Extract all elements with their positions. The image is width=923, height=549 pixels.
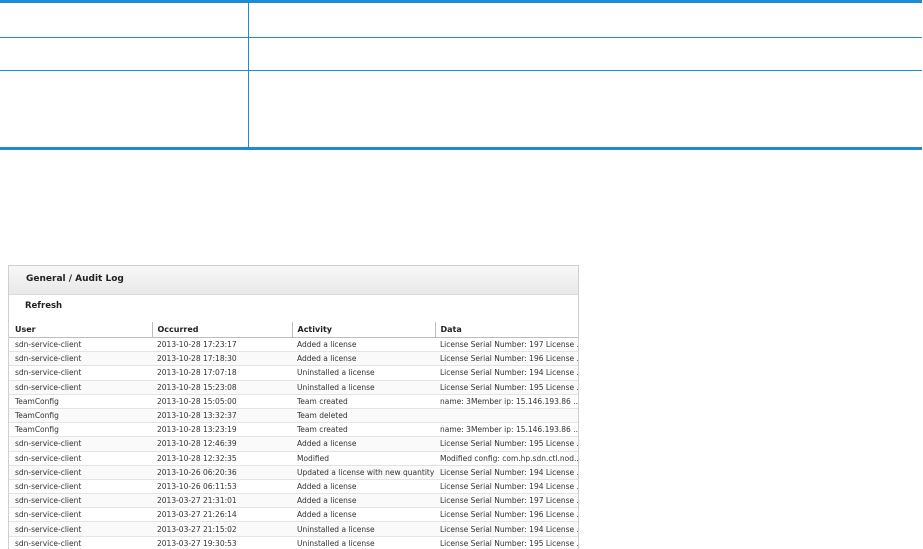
cell-occurred: 2013-03-27 19:30:53	[152, 536, 292, 549]
cell-occurred: 2013-03-27 21:15:02	[152, 521, 292, 537]
table-row[interactable]: sdn-service-client 2013-10-28 12:32:35 M…	[9, 451, 578, 466]
cell-occurred: 2013-10-26 06:11:53	[152, 479, 292, 495]
cell-occurred: 2013-10-28 12:46:39	[152, 436, 292, 452]
cell-occurred: 2013-10-28 12:32:35	[152, 451, 292, 466]
column-header-occurred[interactable]: Occurred	[151, 322, 292, 338]
audit-log-header: General / Audit Log	[9, 266, 578, 295]
cell-activity: Uninstalled a license	[292, 521, 435, 537]
cell-data: License Serial Number: 196 License ...	[435, 507, 578, 523]
table-row[interactable]: sdn-service-client 2013-10-28 17:18:30 A…	[9, 351, 578, 367]
refresh-button[interactable]: Refresh	[25, 301, 62, 311]
cell-data: name: 3Member ip: 15.146.193.86 ...	[435, 422, 578, 438]
document-table-cell	[0, 70, 249, 149]
audit-log-table: User Occurred Activity Data sdn-service-…	[9, 322, 578, 549]
cell-occurred: 2013-10-28 17:23:17	[152, 337, 292, 353]
cell-data: License Serial Number: 195 License ...	[435, 536, 578, 549]
cell-user: sdn-service-client	[9, 521, 152, 537]
cell-user: sdn-service-client	[9, 365, 152, 381]
document-table-row	[0, 70, 923, 149]
cell-data: License Serial Number: 196 License ...	[435, 351, 578, 367]
cell-activity: Added a license	[292, 507, 435, 523]
document-table-cell	[0, 1, 249, 38]
cell-occurred: 2013-10-28 13:32:37	[152, 408, 292, 424]
cell-data: License Serial Number: 195 License ...	[435, 436, 578, 452]
cell-occurred: 2013-10-28 17:07:18	[152, 365, 292, 381]
cell-user: sdn-service-client	[9, 507, 152, 523]
cell-occurred: 2013-03-27 21:26:14	[152, 507, 292, 523]
table-row[interactable]: sdn-service-client 2013-10-26 06:11:53 A…	[9, 479, 578, 495]
audit-log-panel: General / Audit Log Refresh User Occurre…	[8, 265, 579, 549]
cell-occurred: 2013-10-26 06:20:36	[152, 465, 292, 480]
cell-activity: Modified	[292, 451, 435, 466]
table-row[interactable]: TeamConfig 2013-10-28 13:32:37 Team dele…	[9, 408, 578, 424]
table-row[interactable]: sdn-service-client 2013-03-27 21:15:02 U…	[9, 521, 578, 537]
cell-user: TeamConfig	[9, 422, 152, 438]
cell-occurred: 2013-03-27 21:31:01	[152, 493, 292, 509]
cell-data	[435, 408, 578, 424]
table-row[interactable]: sdn-service-client 2013-03-27 19:30:53 U…	[9, 536, 578, 549]
cell-user: sdn-service-client	[9, 479, 152, 495]
cell-data: Modified config: com.hp.sdn.ctl.nod...	[435, 451, 578, 466]
cell-activity: Updated a license with new quantity	[292, 465, 435, 480]
document-table-cell	[248, 1, 922, 38]
column-header-user[interactable]: User	[9, 322, 152, 338]
cell-occurred: 2013-10-28 15:23:08	[152, 380, 292, 395]
cell-data: License Serial Number: 194 License ...	[435, 365, 578, 381]
cell-data: License Serial Number: 197 License ...	[435, 493, 578, 509]
cell-data: License Serial Number: 194 License ...	[435, 465, 578, 480]
cell-user: TeamConfig	[9, 394, 152, 409]
table-row[interactable]: sdn-service-client 2013-10-28 17:23:17 A…	[9, 337, 578, 353]
cell-activity: Uninstalled a license	[292, 365, 435, 381]
cell-activity: Team deleted	[292, 408, 435, 424]
table-row[interactable]: sdn-service-client 2013-03-27 21:31:01 A…	[9, 493, 578, 509]
cell-user: sdn-service-client	[9, 351, 152, 367]
cell-activity: Added a license	[292, 479, 435, 495]
cell-occurred: 2013-10-28 17:18:30	[152, 351, 292, 367]
cell-data: License Serial Number: 194 License ...	[435, 479, 578, 495]
cell-user: sdn-service-client	[9, 451, 152, 466]
table-row[interactable]: sdn-service-client 2013-03-27 21:26:14 A…	[9, 507, 578, 523]
table-row[interactable]: sdn-service-client 2013-10-28 17:07:18 U…	[9, 365, 578, 381]
cell-activity: Added a license	[292, 337, 435, 353]
cell-activity: Uninstalled a license	[292, 380, 435, 395]
document-table-cell	[0, 37, 249, 71]
cell-activity: Uninstalled a license	[292, 536, 435, 549]
cell-activity: Added a license	[292, 436, 435, 452]
document-table-row	[0, 37, 922, 71]
document-table	[0, 0, 922, 150]
document-table-row	[0, 1, 922, 38]
cell-user: sdn-service-client	[9, 465, 152, 480]
table-row[interactable]: TeamConfig 2013-10-28 13:23:19 Team crea…	[9, 422, 578, 438]
cell-user: sdn-service-client	[9, 436, 152, 452]
cell-user: sdn-service-client	[9, 536, 152, 549]
document-table-cell	[248, 37, 922, 71]
cell-occurred: 2013-10-28 13:23:19	[152, 422, 292, 438]
table-row[interactable]: sdn-service-client 2013-10-28 15:23:08 U…	[9, 380, 578, 395]
column-header-data[interactable]: Data	[434, 322, 578, 338]
cell-user: sdn-service-client	[9, 380, 152, 395]
table-row[interactable]: sdn-service-client 2013-10-26 06:20:36 U…	[9, 465, 578, 480]
cell-activity: Team created	[292, 394, 435, 409]
cell-data: License Serial Number: 194 License ...	[435, 521, 578, 537]
audit-log-header-row: User Occurred Activity Data	[9, 322, 578, 338]
document-table-cell	[249, 71, 923, 149]
cell-data: License Serial Number: 195 License ...	[435, 380, 578, 395]
table-row[interactable]: sdn-service-client 2013-10-28 12:46:39 A…	[9, 436, 578, 452]
cell-activity: Team created	[292, 422, 435, 438]
audit-log-toolbar: Refresh	[9, 295, 578, 321]
cell-data: License Serial Number: 197 License ...	[435, 337, 578, 353]
cell-user: TeamConfig	[9, 408, 152, 424]
column-header-activity[interactable]: Activity	[291, 322, 435, 338]
audit-log-title: General / Audit Log	[26, 274, 124, 284]
cell-activity: Added a license	[292, 493, 435, 509]
cell-activity: Added a license	[292, 351, 435, 367]
cell-occurred: 2013-10-28 15:05:00	[152, 394, 292, 409]
cell-user: sdn-service-client	[9, 493, 152, 509]
cell-data: name: 3Member ip: 15.146.193.86 ...	[435, 394, 578, 409]
cell-user: sdn-service-client	[9, 337, 152, 353]
table-row[interactable]: TeamConfig 2013-10-28 15:05:00 Team crea…	[9, 394, 578, 409]
